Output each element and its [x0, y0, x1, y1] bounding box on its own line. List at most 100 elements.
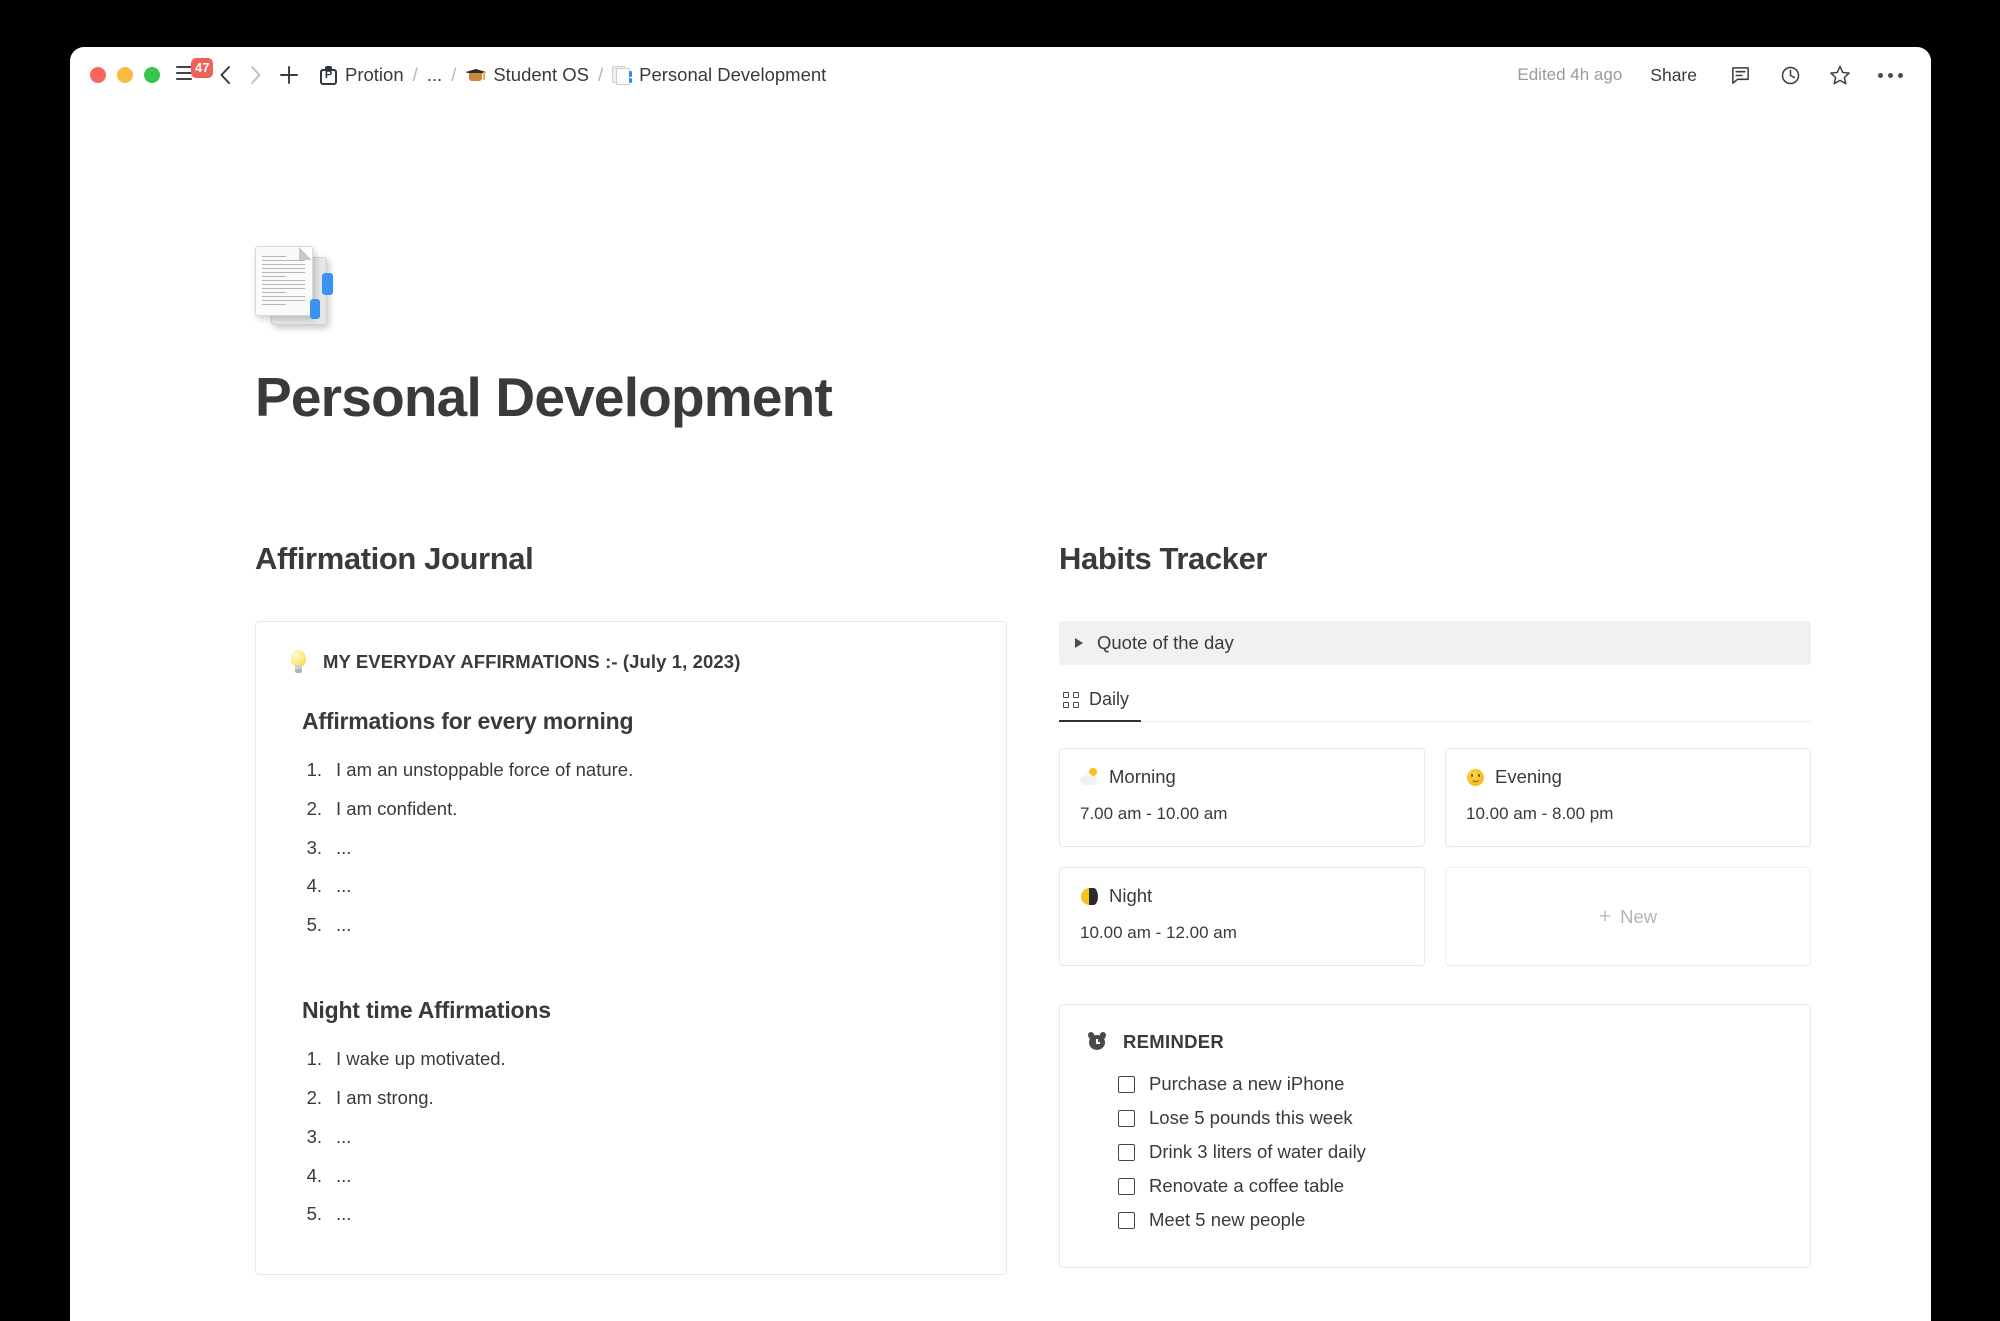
share-button[interactable]: Share — [1642, 61, 1705, 90]
list-item-text: I am strong. — [336, 1086, 434, 1108]
list-item-text: ... — [336, 875, 352, 897]
habit-card-title-row: Night — [1080, 885, 1404, 907]
minimize-window-button[interactable] — [117, 67, 133, 83]
database-view-tabs: Daily — [1059, 681, 1811, 722]
edited-timestamp: Edited 4h ago — [1517, 65, 1623, 84]
list-item-text: ... — [336, 1125, 352, 1147]
page-body: Personal Development Affirmation Journal… — [70, 241, 1931, 1321]
checkbox[interactable] — [1118, 1075, 1135, 1093]
night-affirmations-list: 1. I wake up motivated. 2. I am strong. 3.… — [302, 1040, 972, 1234]
page-icon[interactable] — [255, 241, 347, 333]
list-item[interactable]: 4.... — [302, 867, 972, 906]
breadcrumb-separator: / — [597, 64, 604, 85]
list-item[interactable]: 3.... — [302, 1118, 972, 1157]
list-item-text: ... — [336, 1164, 352, 1186]
list-item[interactable]: 5.... — [302, 906, 972, 945]
habit-card-time: 7.00 am - 10.00 am — [1080, 804, 1228, 823]
column-affirmation-journal: Affirmation Journal MY EVERYDAY AFFIRMAT… — [255, 541, 1007, 1276]
tab-daily[interactable]: Daily — [1059, 681, 1142, 722]
list-item[interactable]: 1. I wake up motivated. — [302, 1040, 972, 1079]
list-item[interactable]: 2. I am confident. — [302, 790, 972, 829]
reminder-todo-item[interactable]: Lose 5 pounds this week — [1088, 1101, 1782, 1135]
habit-card-title: Morning — [1109, 766, 1176, 787]
breadcrumb-label: ... — [426, 64, 443, 85]
affirmation-callout-title: MY EVERYDAY AFFIRMATIONS :- (July 1, 202… — [323, 651, 741, 672]
reminder-todo-item[interactable]: Drink 3 liters of water daily — [1088, 1135, 1782, 1169]
reminder-todo-item[interactable]: Meet 5 new people — [1088, 1203, 1782, 1237]
new-page-icon[interactable] — [272, 58, 306, 92]
habit-card-title-row: Morning — [1080, 766, 1404, 788]
breadcrumb-item-protion[interactable]: P Protion — [314, 61, 409, 89]
page-title[interactable]: Personal Development — [255, 365, 1811, 429]
list-item[interactable]: 5.... — [302, 1195, 972, 1234]
more-options-icon[interactable] — [1875, 60, 1905, 90]
quote-of-the-day-toggle[interactable]: Quote of the day — [1059, 621, 1811, 665]
sidebar-toggle-icon[interactable]: 47 — [176, 58, 214, 88]
window-controls — [90, 67, 160, 83]
habit-card-title: Evening — [1495, 766, 1562, 787]
list-item[interactable]: 2. I am strong. — [302, 1079, 972, 1118]
breadcrumb: P Protion / ... / Student OS / Personal … — [314, 61, 831, 89]
list-item-text: ... — [336, 836, 352, 858]
breadcrumb-item-student-os[interactable]: Student OS — [460, 61, 594, 89]
page-icon-tab-secondary — [310, 299, 320, 319]
breadcrumb-label: Personal Development — [639, 64, 827, 85]
list-item[interactable]: 4.... — [302, 1157, 972, 1196]
breadcrumb-item-personal-development[interactable]: Personal Development — [607, 61, 831, 89]
habits-tracker-heading: Habits Tracker — [1059, 541, 1268, 576]
chevron-right-icon — [1075, 638, 1083, 648]
habit-card-title: Night — [1109, 885, 1153, 906]
protion-app-icon: P — [319, 65, 338, 85]
page-icon-tab-primary — [322, 273, 333, 295]
reminder-title: REMINDER — [1123, 1031, 1225, 1052]
grid-view-icon — [1063, 691, 1079, 708]
light-bulb-icon — [290, 650, 307, 674]
reminder-todo-item[interactable]: Renovate a coffee table — [1088, 1169, 1782, 1203]
list-item-text: ... — [336, 914, 352, 936]
reminder-todo-item[interactable]: Purchase a new iPhone — [1088, 1067, 1782, 1101]
habit-card-morning[interactable]: Morning 7.00 am - 10.00 am — [1059, 748, 1425, 847]
reminder-todo-label: Meet 5 new people — [1149, 1209, 1306, 1230]
title-bar: 47 P Protion / ... / Student OS / Person… — [70, 47, 1931, 103]
back-arrow-icon[interactable] — [210, 60, 240, 90]
notification-badge: 47 — [191, 58, 214, 78]
page-icon-front-sheet — [255, 246, 313, 316]
habit-card-time: 10.00 am - 8.00 pm — [1466, 804, 1614, 823]
new-habit-card-button[interactable]: + New — [1445, 867, 1811, 966]
morning-affirmations-heading: Affirmations for every morning — [302, 708, 634, 734]
affirmation-card: MY EVERYDAY AFFIRMATIONS :- (July 1, 202… — [255, 621, 1007, 1276]
breadcrumb-separator: / — [412, 64, 418, 85]
breadcrumb-item-ellipsis[interactable]: ... — [422, 61, 447, 89]
reminder-todo-label: Lose 5 pounds this week — [1149, 1107, 1353, 1128]
maximize-window-button[interactable] — [144, 67, 160, 83]
list-item-text: I wake up motivated. — [336, 1048, 506, 1070]
list-item-text: I am an unstoppable force of nature. — [336, 759, 634, 780]
list-item-text: I am confident. — [336, 797, 458, 819]
plus-icon: + — [1598, 905, 1612, 928]
favorite-star-icon[interactable] — [1825, 60, 1855, 90]
habit-card-time: 10.00 am - 12.00 am — [1080, 923, 1237, 942]
page-icon-fold — [299, 247, 312, 260]
list-item[interactable]: 3.... — [302, 829, 972, 868]
checkbox[interactable] — [1118, 1109, 1135, 1127]
new-card-label: New — [1620, 905, 1658, 927]
reminder-title-row: REMINDER — [1087, 1031, 1782, 1053]
checkbox[interactable] — [1118, 1143, 1135, 1161]
forward-arrow-icon[interactable] — [240, 60, 270, 90]
last-quarter-moon-icon — [1080, 887, 1099, 906]
checkbox[interactable] — [1118, 1211, 1135, 1229]
pages-document-icon — [612, 65, 633, 86]
history-clock-icon[interactable] — [1775, 60, 1805, 90]
reminder-todo-label: Renovate a coffee table — [1149, 1175, 1345, 1196]
title-bar-actions: Edited 4h ago Share — [1517, 60, 1905, 90]
checkbox[interactable] — [1118, 1177, 1135, 1195]
list-item-text: ... — [336, 1203, 352, 1225]
app-window: 47 P Protion / ... / Student OS / Person… — [70, 47, 1931, 1321]
habit-card-evening[interactable]: Evening 10.00 am - 8.00 pm — [1445, 748, 1811, 847]
habit-card-night[interactable]: Night 10.00 am - 12.00 am — [1059, 867, 1425, 966]
two-column-layout: Affirmation Journal MY EVERYDAY AFFIRMAT… — [255, 541, 1811, 1276]
reminder-todo-label: Purchase a new iPhone — [1149, 1073, 1345, 1094]
comment-icon[interactable] — [1725, 60, 1755, 90]
list-item[interactable]: 1. I am an unstoppable force of nature. — [302, 751, 972, 790]
close-window-button[interactable] — [90, 67, 106, 83]
